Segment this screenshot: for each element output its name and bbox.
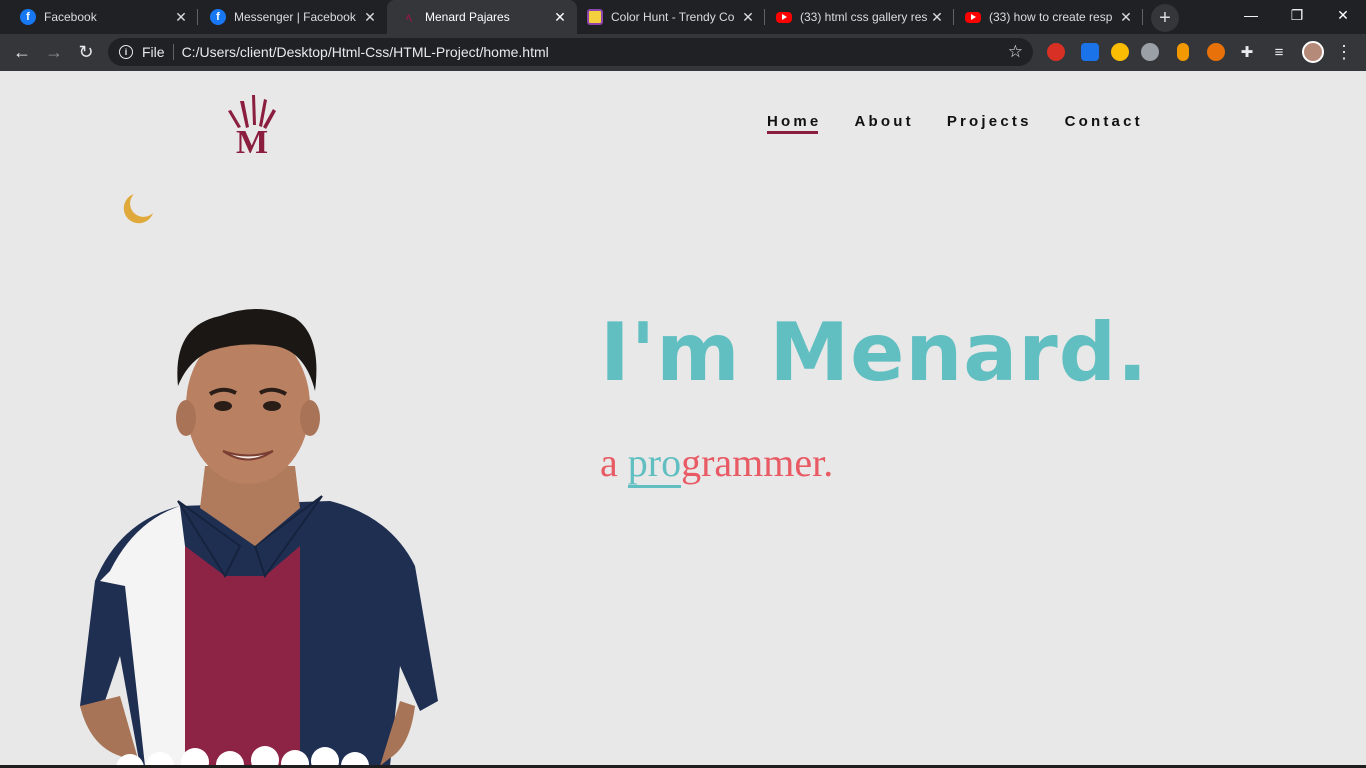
restore-button[interactable]: ❐ (1274, 0, 1320, 30)
forward-button[interactable]: → (40, 38, 68, 66)
menard-logo-icon: ﾍ (405, 10, 412, 25)
nav-contact[interactable]: Contact (1065, 113, 1143, 130)
puzzle-extensions-icon[interactable]: ✚ (1237, 42, 1257, 62)
profile-avatar[interactable] (1302, 41, 1324, 63)
tab-youtube-responsive[interactable]: (33) how to create resp ✕ (954, 0, 1143, 34)
tab-title: (33) how to create resp (989, 10, 1113, 24)
hero-title: I'm Menard. (600, 306, 1149, 399)
minimize-icon: — (1244, 7, 1258, 23)
facebook-icon: f (20, 9, 36, 25)
close-window-button[interactable]: ✕ (1320, 0, 1366, 30)
close-icon[interactable]: ✕ (172, 8, 190, 26)
browser-toolbar: ← → ↻ i File C:/Users/client/Desktop/Htm… (0, 34, 1366, 71)
media-playlist-icon[interactable]: ≡ (1269, 42, 1289, 62)
arrow-right-icon: → (45, 41, 63, 62)
tab-facebook[interactable]: f Facebook ✕ (0, 0, 198, 34)
minimize-button[interactable]: — (1228, 0, 1274, 30)
reload-button[interactable]: ↻ (72, 38, 100, 66)
close-icon: ✕ (1337, 6, 1349, 23)
new-tab-button[interactable]: + (1151, 4, 1179, 32)
extension-icon[interactable] (1177, 43, 1189, 61)
close-icon[interactable]: ✕ (739, 8, 757, 26)
subtitle-rest: grammer. (681, 440, 834, 485)
tab-color-hunt[interactable]: Color Hunt - Trendy Co ✕ (577, 0, 765, 34)
plus-icon: + (1159, 6, 1171, 29)
back-button[interactable]: ← (8, 38, 36, 66)
extension-icon[interactable] (1111, 43, 1129, 61)
subtitle-prefix: a (600, 440, 618, 485)
subtitle-typed-text: pro (627, 440, 682, 488)
tab-title: Facebook (44, 10, 97, 24)
site-logo[interactable]: M (222, 91, 282, 157)
close-icon[interactable]: ✕ (551, 8, 569, 26)
info-icon[interactable]: i (119, 45, 133, 59)
profile-photo (80, 308, 438, 765)
moon-icon[interactable] (120, 191, 156, 227)
tab-title: Menard Pajares (425, 10, 510, 24)
youtube-icon (776, 11, 792, 23)
close-icon[interactable]: ✕ (928, 8, 946, 26)
tab-menard-pajares[interactable]: ﾍ Menard Pajares ✕ (387, 0, 577, 34)
reload-icon: ↻ (78, 41, 94, 62)
web-page: M Home About Projects Contact I'm Menard… (0, 71, 1366, 765)
extension-icon[interactable] (1207, 43, 1225, 61)
close-icon[interactable]: ✕ (1117, 8, 1135, 26)
nav-projects[interactable]: Projects (947, 113, 1032, 130)
tab-title: (33) html css gallery res (800, 10, 928, 24)
bookmark-star-icon[interactable]: ☆ (1008, 42, 1023, 62)
more-menu-icon[interactable]: ⋮ (1334, 42, 1354, 62)
tab-strip: f Facebook ✕ f Messenger | Facebook ✕ ﾍ … (0, 0, 1366, 34)
address-bar[interactable]: i File C:/Users/client/Desktop/Html-Css/… (108, 38, 1033, 66)
tab-youtube-gallery[interactable]: (33) html css gallery res ✕ (765, 0, 954, 34)
tab-title: Color Hunt - Trendy Co (611, 10, 735, 24)
nav-about[interactable]: About (854, 113, 913, 130)
extension-icon[interactable] (1081, 43, 1099, 61)
close-icon[interactable]: ✕ (361, 8, 379, 26)
url-text[interactable]: C:/Users/client/Desktop/Html-Css/HTML-Pr… (182, 44, 549, 60)
logo-letter: M (236, 124, 268, 157)
color-hunt-icon (587, 9, 603, 25)
hero-subtitle: a programmer. (600, 439, 834, 488)
url-scheme: File (142, 44, 165, 60)
tab-messenger[interactable]: f Messenger | Facebook ✕ (198, 0, 387, 34)
extension-icon[interactable] (1141, 43, 1159, 61)
nav-home[interactable]: Home (767, 113, 821, 134)
adblock-extension-icon[interactable] (1047, 43, 1065, 61)
facebook-icon: f (210, 9, 226, 25)
restore-icon: ❐ (1290, 6, 1304, 23)
arrow-left-icon: ← (13, 41, 31, 62)
main-nav: Home About Projects Contact (767, 113, 1176, 134)
tab-title: Messenger | Facebook (234, 10, 356, 24)
youtube-icon (965, 11, 981, 23)
